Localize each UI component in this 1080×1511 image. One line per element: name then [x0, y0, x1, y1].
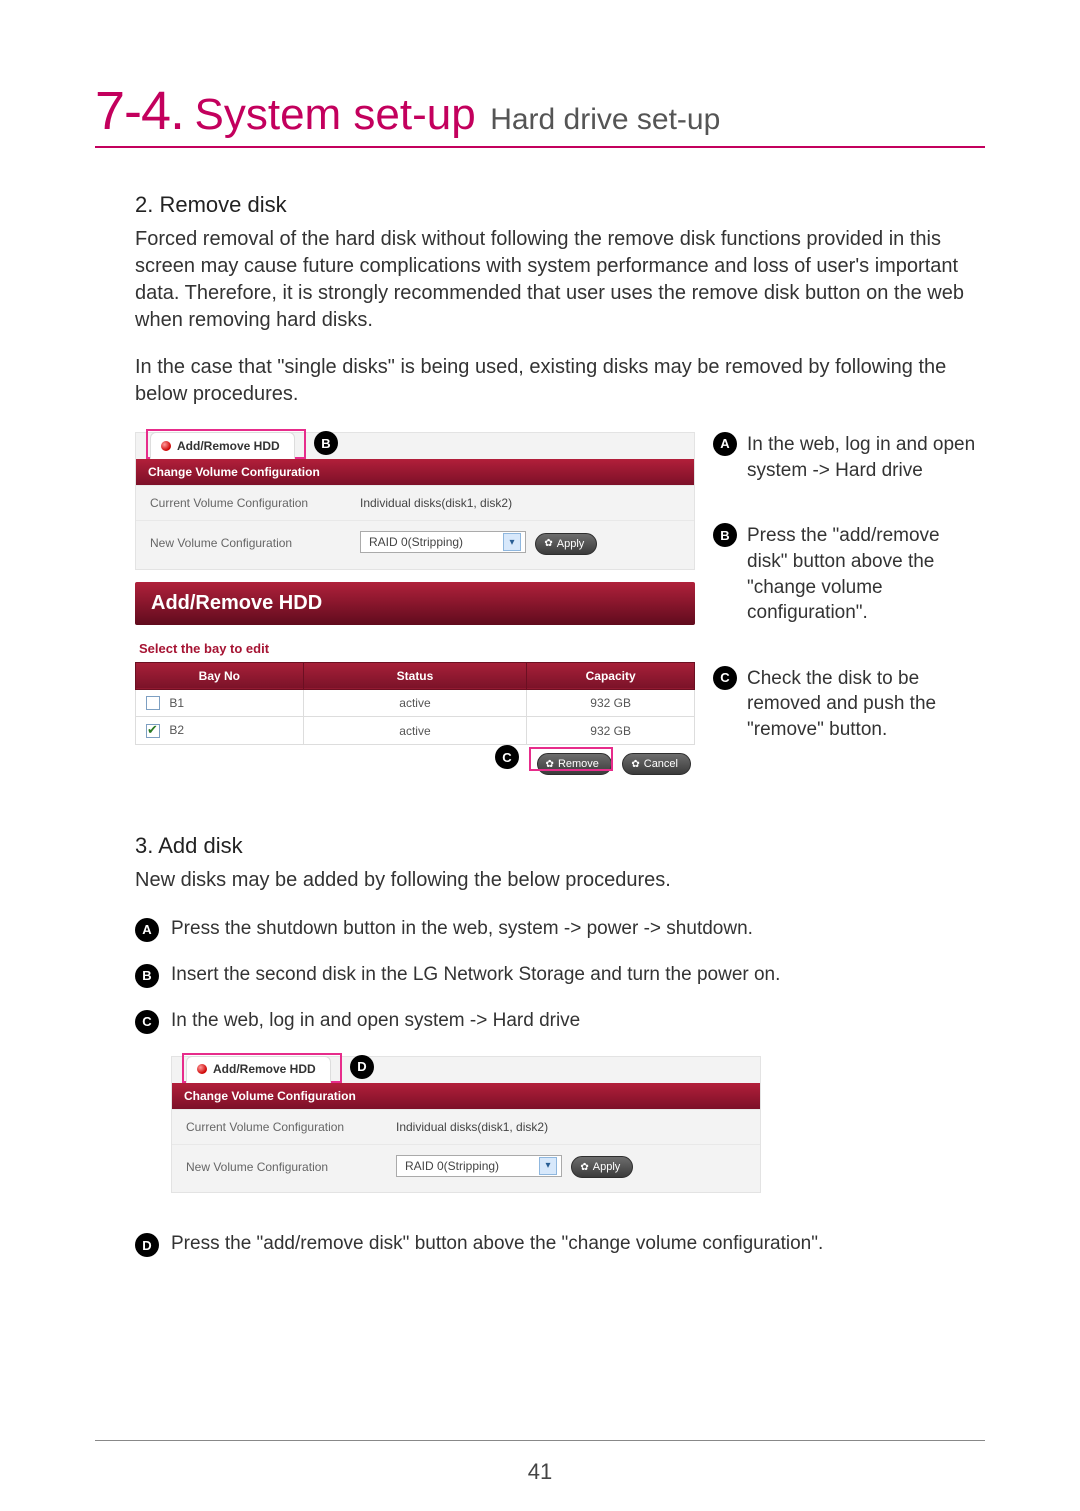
page-number: 41: [0, 1459, 1080, 1485]
callout-b-text: Press the "add/remove disk" button above…: [747, 523, 985, 626]
select-value-2: RAID 0(Stripping): [405, 1159, 499, 1173]
chapter-number: 7-4.: [95, 81, 184, 141]
current-volume-config-label-2: Current Volume Configuration: [186, 1120, 396, 1134]
col-bay-no: Bay No: [136, 662, 304, 689]
current-volume-config-value-2: Individual disks(disk1, disk2): [396, 1120, 548, 1134]
callout-c: C Check the disk to be removed and push …: [713, 666, 985, 743]
bay-b1-cap: 932 GB: [527, 689, 695, 717]
new-volume-config-select[interactable]: RAID 0(Stripping) ▾: [360, 531, 526, 553]
tab-dot-icon: [197, 1064, 207, 1074]
apply-button-2[interactable]: ✿ Apply: [571, 1156, 633, 1178]
step-d-text: Press the "add/remove disk" button above…: [171, 1233, 823, 1255]
apply-label-2: Apply: [593, 1161, 621, 1173]
gear-icon: ✿: [580, 1162, 588, 1173]
apply-label: Apply: [557, 538, 585, 550]
remove-paragraph-2: In the case that "single disks" is being…: [135, 354, 985, 408]
tab-label: Add/Remove HDD: [177, 439, 280, 453]
section-add-heading: 3. Add disk: [135, 833, 985, 859]
callout-b: B Press the "add/remove disk" button abo…: [713, 523, 985, 626]
callout-a-text: In the web, log in and open system -> Ha…: [747, 432, 985, 483]
badge-b-on-tab: B: [314, 431, 338, 455]
bay-checkbox-b1[interactable]: [146, 696, 160, 710]
badge-d-on-tab: D: [350, 1055, 374, 1079]
step-badge-b: B: [135, 964, 159, 988]
gear-icon: ✿: [544, 538, 552, 549]
callout-c-text: Check the disk to be removed and push th…: [747, 666, 985, 743]
col-capacity: Capacity: [527, 662, 695, 689]
remove-button[interactable]: ✿ Remove: [537, 753, 612, 775]
step-badge-c: C: [135, 1010, 159, 1034]
section-remove-heading: 2. Remove disk: [135, 192, 985, 218]
badge-c: C: [713, 666, 737, 690]
chevron-down-icon: ▾: [503, 533, 521, 551]
new-volume-config-label: New Volume Configuration: [150, 536, 360, 550]
bay-checkbox-b2[interactable]: [146, 724, 160, 738]
bay-b2-status: active: [303, 717, 527, 745]
step-c-text: In the web, log in and open system -> Ha…: [171, 1010, 580, 1032]
tab-label-2: Add/Remove HDD: [213, 1062, 316, 1076]
step-a: A Press the shutdown button in the web, …: [135, 918, 985, 942]
table-row: B2 active 932 GB: [136, 717, 695, 745]
badge-a: A: [713, 432, 737, 456]
title-main: System set-up: [195, 90, 476, 139]
remove-label: Remove: [558, 758, 599, 770]
apply-button[interactable]: ✿ Apply: [535, 533, 597, 555]
bay-b2-label: B2: [169, 723, 184, 737]
select-value: RAID 0(Stripping): [369, 535, 463, 549]
remove-paragraph-1: Forced removal of the hard disk without …: [135, 226, 985, 334]
change-volume-config-bar: Change Volume Configuration: [136, 459, 694, 485]
cancel-button[interactable]: ✿ Cancel: [622, 753, 691, 775]
bay-b1-status: active: [303, 689, 527, 717]
step-b-text: Insert the second disk in the LG Network…: [171, 964, 780, 986]
volume-config-panel: Add/Remove HDD B Change Volume Configura…: [135, 432, 695, 570]
current-volume-config-value: Individual disks(disk1, disk2): [360, 496, 512, 510]
step-badge-d: D: [135, 1233, 159, 1257]
badge-b: B: [713, 523, 737, 547]
new-volume-config-label-2: New Volume Configuration: [186, 1160, 396, 1174]
volume-config-panel-2: Add/Remove HDD D Change Volume Configura…: [171, 1056, 761, 1194]
cancel-label: Cancel: [644, 758, 678, 770]
step-badge-a: A: [135, 918, 159, 942]
remove-icon: ✿: [546, 759, 554, 770]
footer-rule: [95, 1440, 985, 1441]
title-sub: Hard drive set-up: [490, 103, 720, 136]
bay-table: Bay No Status Capacity B1: [135, 662, 695, 746]
step-a-text: Press the shutdown button in the web, sy…: [171, 918, 753, 940]
chevron-down-icon: ▾: [539, 1157, 557, 1175]
bay-b2-cap: 932 GB: [527, 717, 695, 745]
change-volume-config-bar-2: Change Volume Configuration: [172, 1083, 760, 1109]
tab-add-remove-hdd[interactable]: Add/Remove HDD: [150, 432, 295, 459]
callout-a: A In the web, log in and open system -> …: [713, 432, 985, 483]
badge-c-on-remove: C: [495, 745, 519, 769]
current-volume-config-label: Current Volume Configuration: [150, 496, 360, 510]
bay-b1-label: B1: [169, 696, 184, 710]
tab-dot-icon: [161, 441, 171, 451]
select-bay-label: Select the bay to edit: [135, 625, 695, 662]
step-c: C In the web, log in and open system -> …: [135, 1010, 985, 1034]
add-intro: New disks may be added by following the …: [135, 867, 985, 894]
bay-panel: Add/Remove HDD Select the bay to edit Ba…: [135, 582, 695, 776]
col-status: Status: [303, 662, 527, 689]
step-b: B Insert the second disk in the LG Netwo…: [135, 964, 985, 988]
step-d: D Press the "add/remove disk" button abo…: [135, 1233, 985, 1257]
table-row: B1 active 932 GB: [136, 689, 695, 717]
bay-panel-title: Add/Remove HDD: [135, 582, 695, 625]
tab-add-remove-hdd-2[interactable]: Add/Remove HDD: [186, 1056, 331, 1083]
new-volume-config-select-2[interactable]: RAID 0(Stripping) ▾: [396, 1155, 562, 1177]
page-title: 7-4. System set-up Hard drive set-up: [95, 80, 985, 148]
cancel-icon: ✿: [631, 759, 639, 770]
